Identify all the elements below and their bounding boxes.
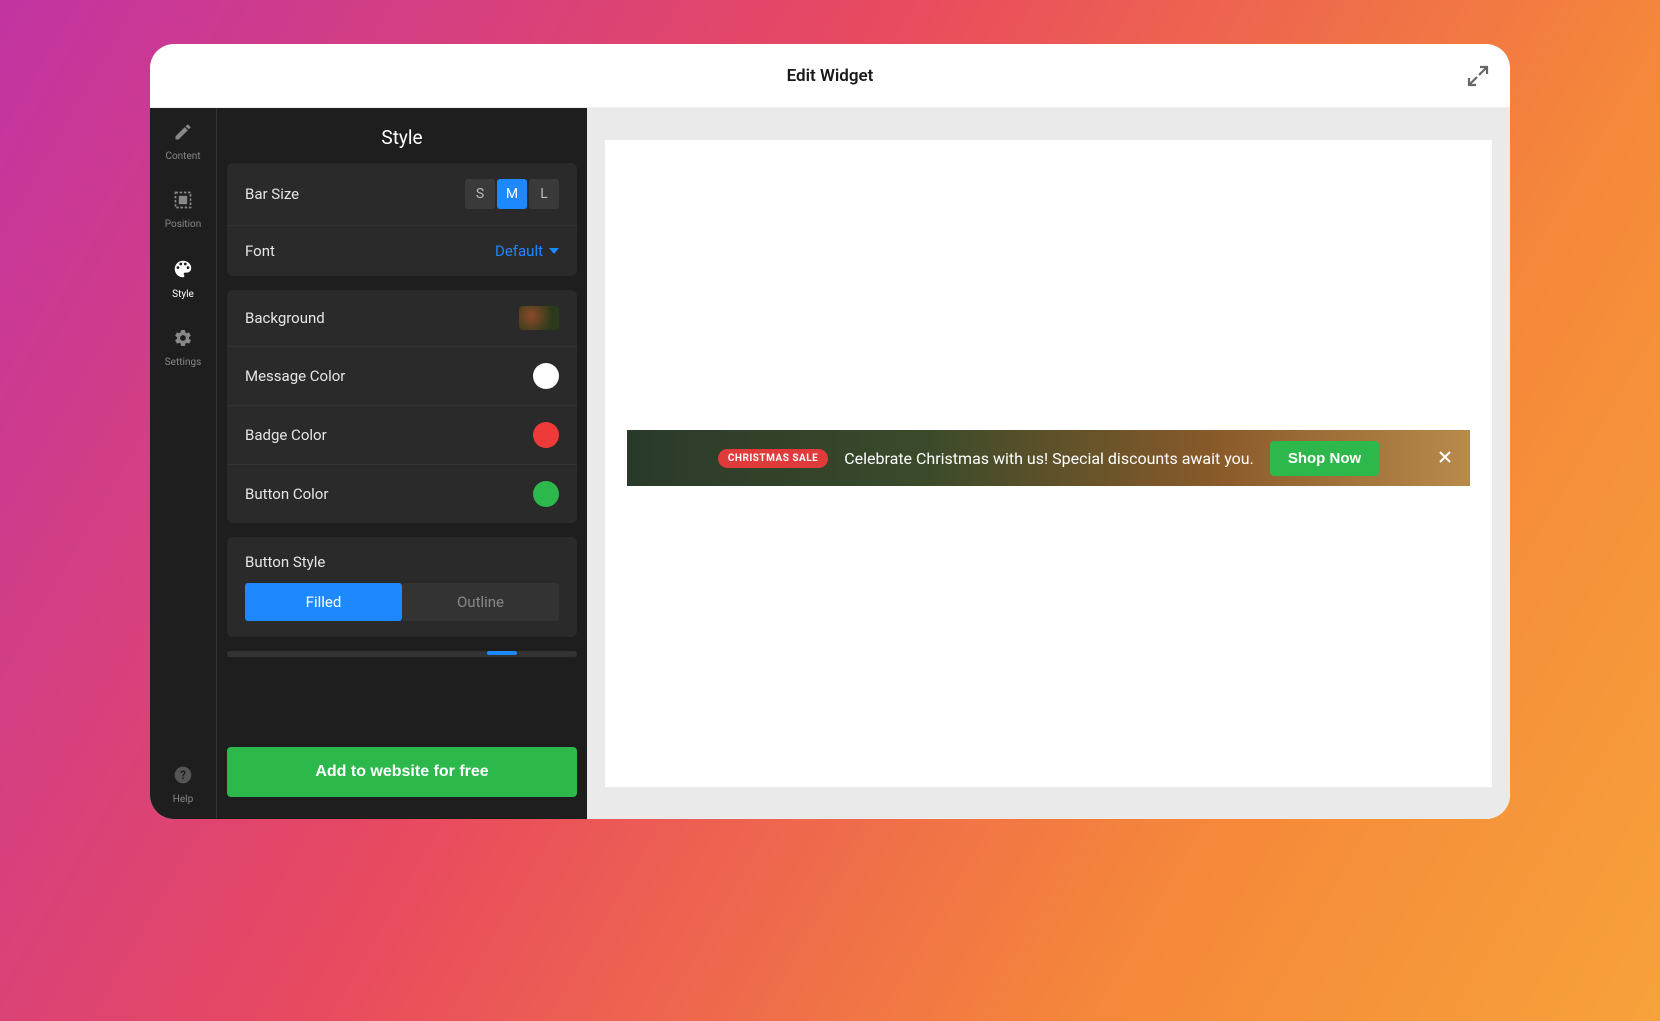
group-button-style: Button Style Filled Outline [227, 537, 577, 637]
add-to-website-button[interactable]: Add to website for free [227, 747, 577, 797]
background-label: Background [245, 309, 325, 327]
badge-color-swatch[interactable] [533, 422, 559, 448]
style-panel: Style Bar Size S M L Font Defaul [217, 108, 587, 819]
row-background: Background [227, 290, 577, 347]
nav-rail: Content Position Style Settings [150, 108, 217, 819]
help-icon: ? [173, 765, 193, 790]
gear-icon [173, 328, 193, 353]
button-color-label: Button Color [245, 485, 328, 503]
expand-button[interactable] [1466, 64, 1490, 88]
bar-size-option-m[interactable]: M [497, 179, 527, 209]
preview-close-button[interactable] [1438, 448, 1452, 469]
bar-size-option-s[interactable]: S [465, 179, 495, 209]
font-value: Default [495, 242, 543, 260]
preview-message: Celebrate Christmas with us! Special dis… [844, 449, 1254, 468]
bar-size-option-l[interactable]: L [529, 179, 559, 209]
font-label: Font [245, 242, 275, 260]
bar-size-label: Bar Size [245, 185, 299, 203]
button-color-swatch[interactable] [533, 481, 559, 507]
row-button-color: Button Color [227, 465, 577, 523]
button-style-filled[interactable]: Filled [245, 583, 402, 621]
font-select[interactable]: Default [495, 242, 559, 260]
nav-item-position[interactable]: Position [150, 176, 216, 244]
button-style-label: Button Style [245, 553, 559, 571]
group-colors: Background Message Color Badge Color But… [227, 290, 577, 523]
svg-text:?: ? [180, 768, 186, 782]
modal-body: Content Position Style Settings [150, 108, 1510, 819]
row-font: Font Default [227, 226, 577, 276]
edit-widget-modal: Edit Widget Content Position [150, 44, 1510, 819]
background-swatch[interactable] [519, 306, 559, 330]
button-style-outline[interactable]: Outline [402, 583, 559, 621]
nav-item-content[interactable]: Content [150, 108, 216, 176]
modal-header: Edit Widget [150, 44, 1510, 108]
position-icon [173, 190, 193, 215]
close-icon [1438, 450, 1452, 464]
palette-icon [172, 258, 194, 285]
row-badge-color: Badge Color [227, 406, 577, 465]
bar-size-segment: S M L [465, 179, 559, 209]
row-message-color: Message Color [227, 347, 577, 406]
notification-bar-preview: CHRISTMAS SALE Celebrate Christmas with … [627, 430, 1470, 486]
nav-item-style[interactable]: Style [150, 244, 216, 314]
nav-item-settings[interactable]: Settings [150, 314, 216, 382]
expand-icon [1466, 64, 1490, 88]
message-color-label: Message Color [245, 367, 345, 385]
group-bar-font: Bar Size S M L Font Default [227, 163, 577, 276]
panel-title: Style [217, 108, 587, 163]
badge-color-label: Badge Color [245, 426, 327, 444]
preview-button[interactable]: Shop Now [1270, 441, 1379, 476]
row-bar-size: Bar Size S M L [227, 163, 577, 226]
modal-title: Edit Widget [787, 66, 874, 86]
preview-canvas: CHRISTMAS SALE Celebrate Christmas with … [605, 140, 1492, 787]
preview-badge: CHRISTMAS SALE [718, 449, 828, 468]
pencil-icon [173, 122, 193, 147]
button-style-tabs: Filled Outline [245, 583, 559, 621]
message-color-swatch[interactable] [533, 363, 559, 389]
nav-item-help[interactable]: ? Help [150, 751, 216, 819]
next-group-peek [227, 651, 577, 657]
caret-down-icon [549, 248, 559, 254]
preview-area: CHRISTMAS SALE Celebrate Christmas with … [587, 108, 1510, 819]
